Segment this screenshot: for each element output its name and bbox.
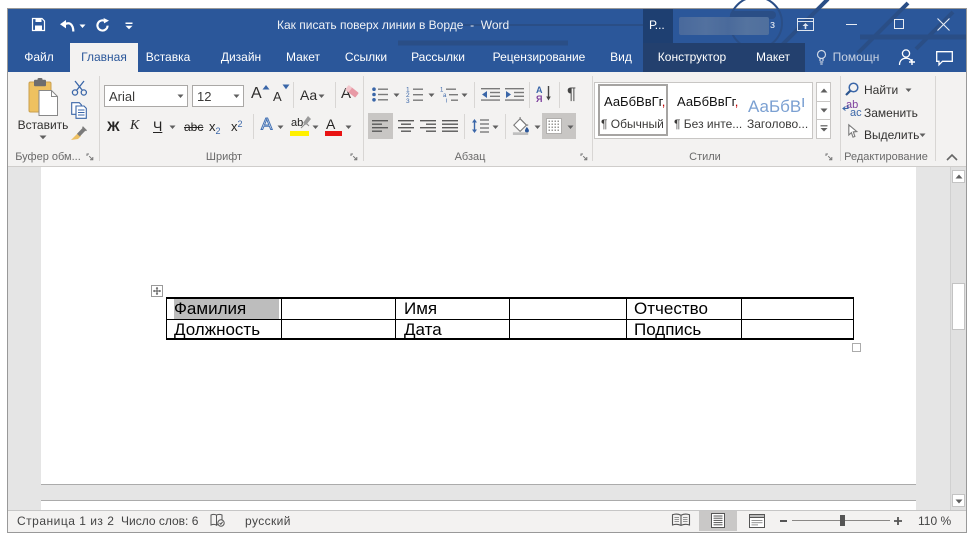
svg-text:А: А bbox=[261, 115, 273, 134]
svg-text:i: i bbox=[446, 99, 447, 105]
svg-text:Я: Я bbox=[536, 94, 542, 104]
svg-text:3: 3 bbox=[406, 98, 410, 105]
